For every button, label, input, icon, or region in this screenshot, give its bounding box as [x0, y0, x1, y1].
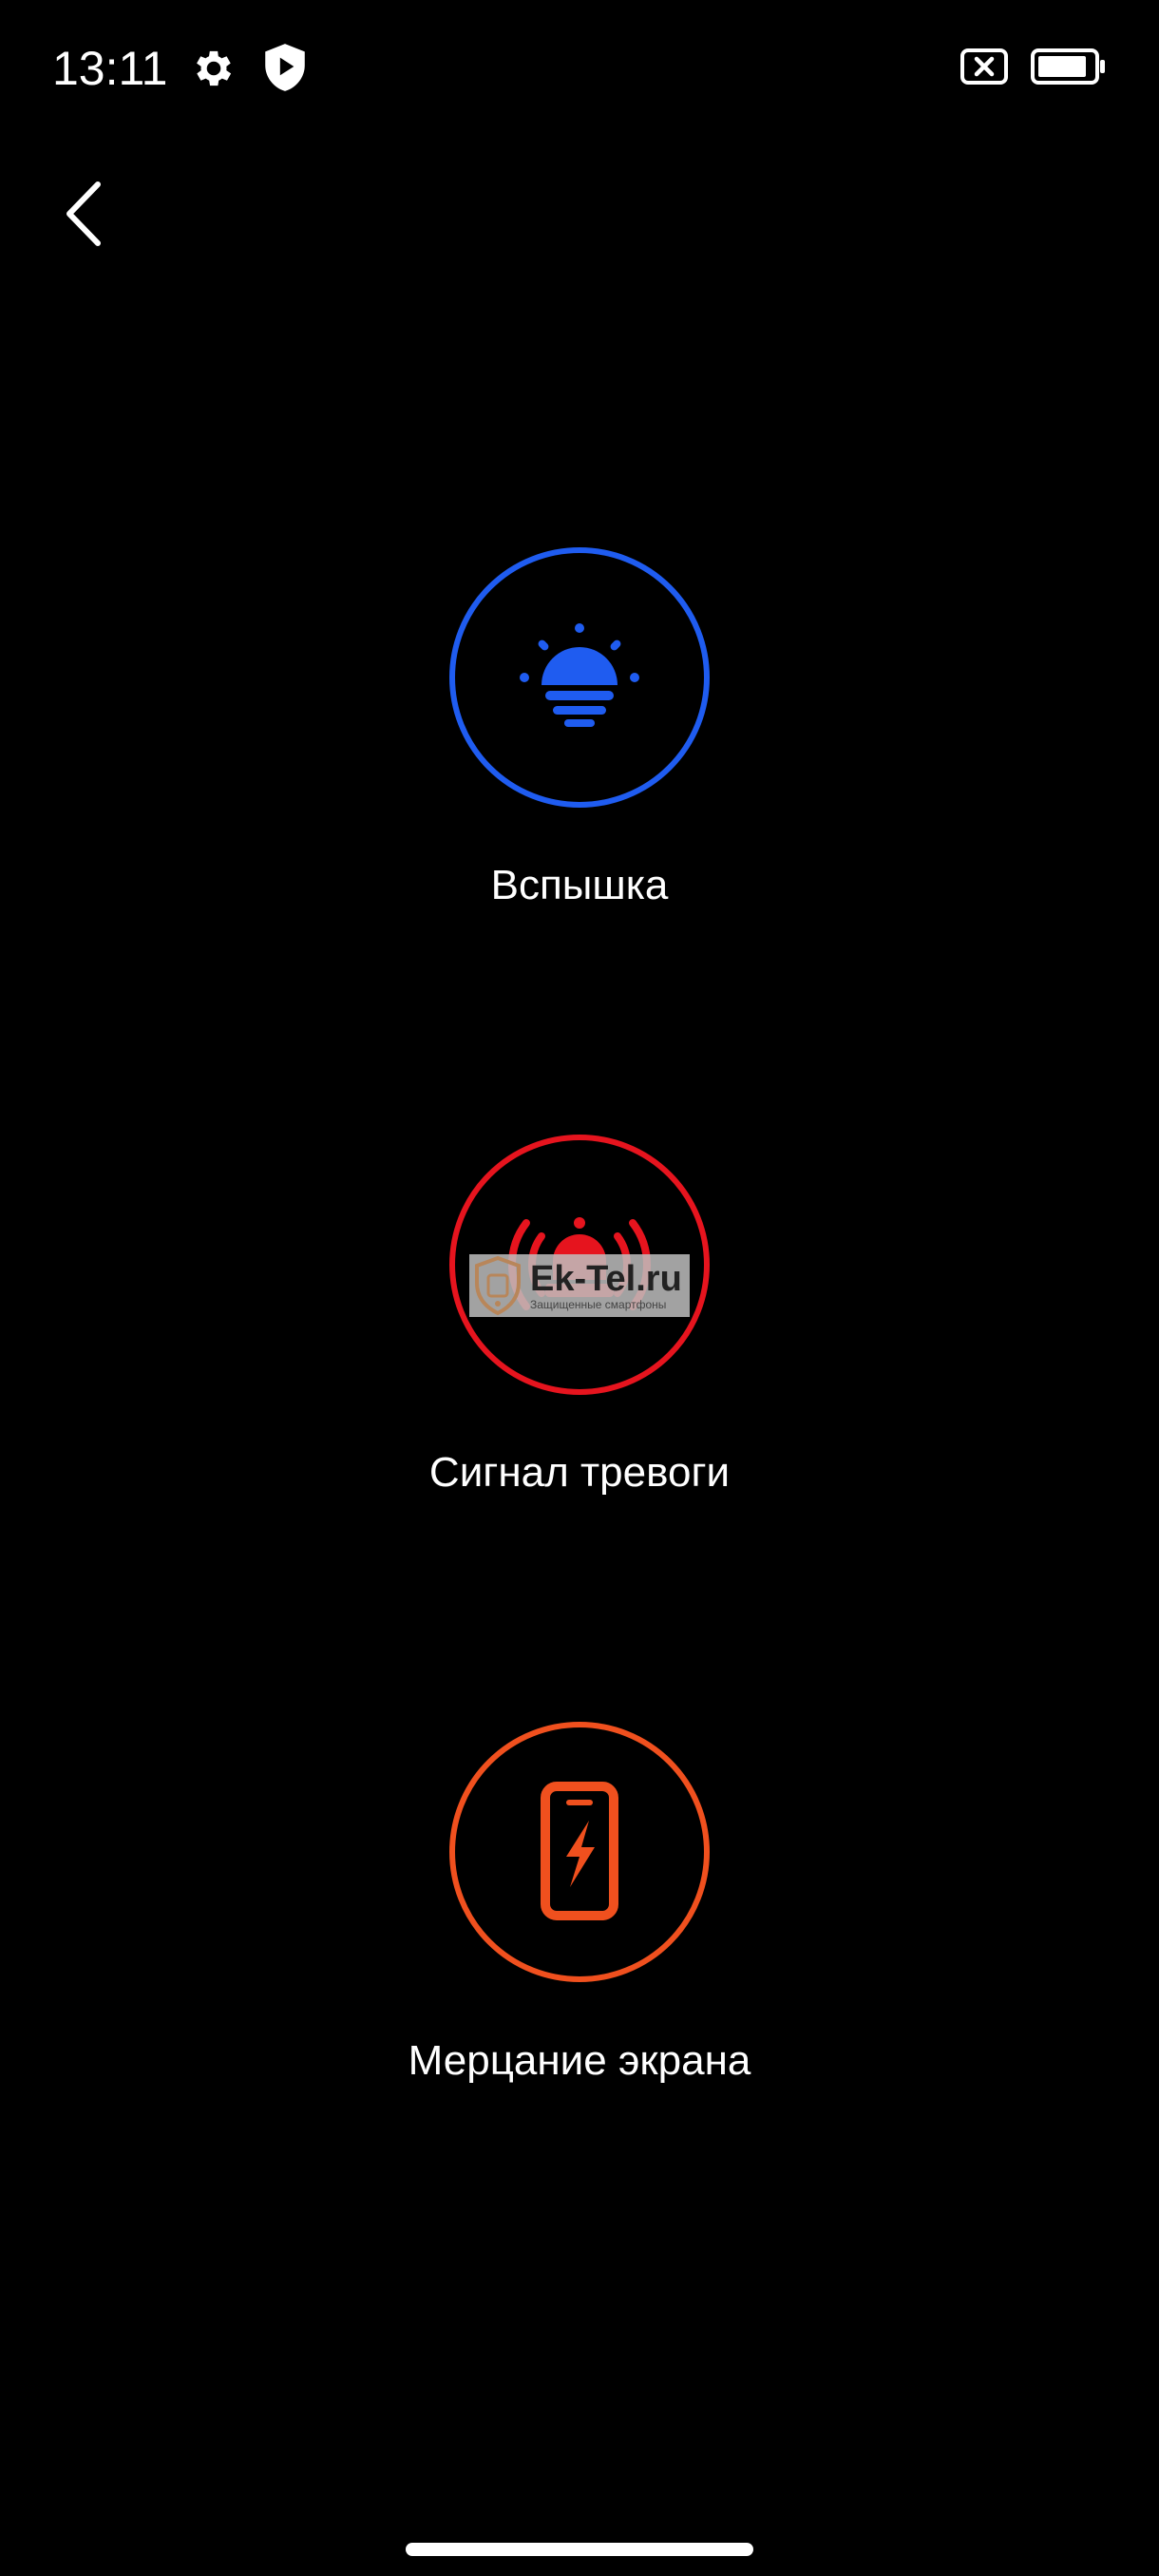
flash-mode-button[interactable] [449, 547, 710, 808]
shield-play-icon [265, 44, 305, 91]
home-indicator[interactable] [406, 2543, 753, 2556]
flash-mode-label: Вспышка [490, 862, 669, 908]
gear-icon [197, 50, 232, 86]
status-time: 13:11 [52, 42, 168, 95]
screen-flicker-mode-button[interactable] [449, 1722, 710, 1982]
watermark-title: Ek-Tel.ru [530, 1259, 682, 1299]
screen-flicker-mode-label: Мерцание экрана [408, 2037, 751, 2084]
lightbulb-icon [520, 623, 639, 727]
back-button[interactable] [48, 171, 124, 257]
phone-flash-icon [541, 1782, 618, 1920]
watermark-subtitle: Защищенные смартфоны [530, 1298, 667, 1311]
alarm-mode-label: Сигнал тревоги [428, 1449, 731, 1496]
chevron-left-icon [66, 181, 101, 246]
watermark: Ek-Tel.ru Защищенные смартфоны [469, 1254, 690, 1317]
status-bar: 13:11 [0, 0, 1159, 133]
watermark-logo-icon [475, 1255, 521, 1316]
close-box-icon [960, 48, 1008, 85]
battery-icon [1031, 48, 1105, 85]
